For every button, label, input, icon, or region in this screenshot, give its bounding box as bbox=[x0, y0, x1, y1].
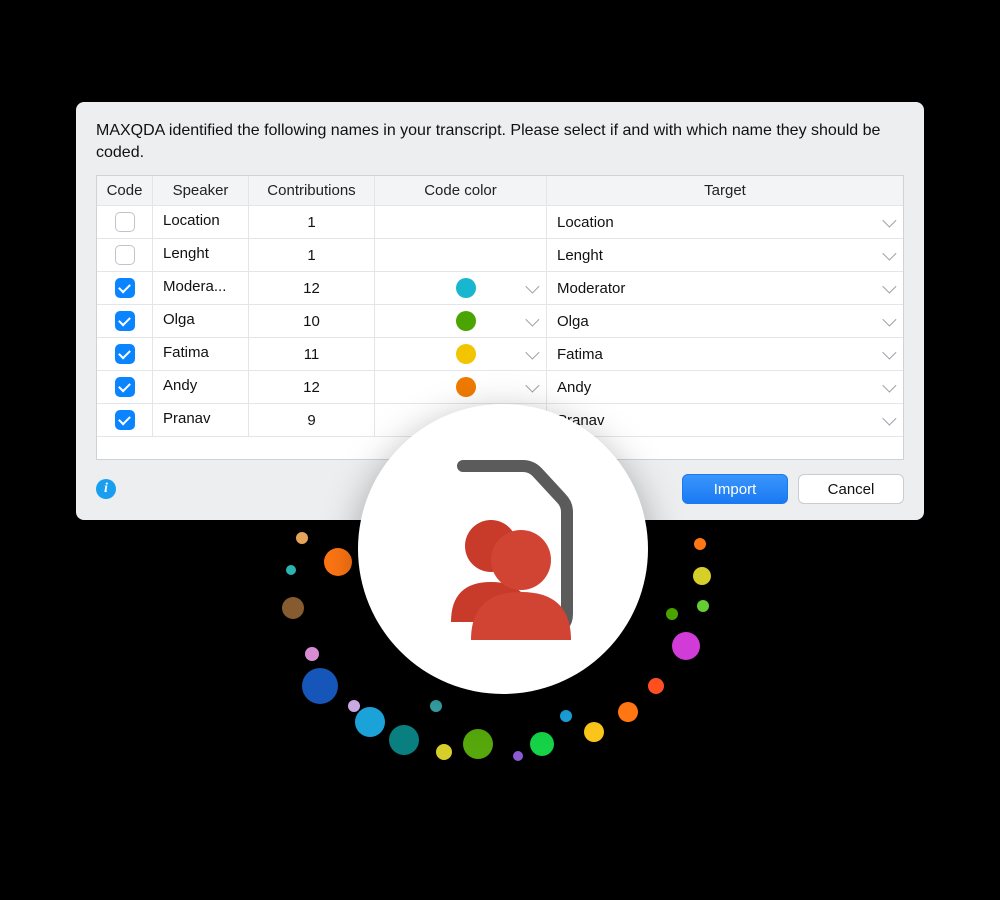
target-value: Fatima bbox=[557, 346, 603, 363]
contributions-cell: 9 bbox=[249, 404, 375, 437]
table-row: Fatima11Fatima bbox=[97, 338, 903, 371]
target-value: Olga bbox=[557, 313, 589, 330]
color-swatch bbox=[456, 311, 476, 331]
target-select[interactable]: Pranav bbox=[547, 404, 903, 437]
target-select[interactable]: Lenght bbox=[547, 239, 903, 272]
decorative-dot bbox=[560, 710, 572, 722]
chevron-down-icon bbox=[882, 346, 896, 360]
code-color-picker bbox=[375, 206, 547, 239]
decorative-dot bbox=[648, 678, 664, 694]
focus-group-illustration bbox=[358, 404, 648, 694]
decorative-dot bbox=[463, 729, 493, 759]
code-color-picker[interactable] bbox=[375, 305, 547, 338]
contributions-cell: 10 bbox=[249, 305, 375, 338]
speaker-cell: Modera... bbox=[153, 272, 249, 305]
chevron-down-icon bbox=[525, 346, 539, 360]
decorative-dot bbox=[286, 565, 296, 575]
code-color-picker bbox=[375, 239, 547, 272]
color-swatch bbox=[456, 377, 476, 397]
chevron-down-icon bbox=[882, 214, 896, 228]
chevron-down-icon bbox=[882, 313, 896, 327]
table-body: Location1LocationLenght1LenghtModera...1… bbox=[97, 206, 903, 437]
speaker-cell: Olga bbox=[153, 305, 249, 338]
info-icon[interactable]: i bbox=[96, 479, 116, 499]
import-button[interactable]: Import bbox=[682, 474, 788, 504]
col-code: Code bbox=[97, 176, 153, 206]
contributions-cell: 1 bbox=[249, 239, 375, 272]
decorative-dot bbox=[530, 732, 554, 756]
col-code-color: Code color bbox=[375, 176, 547, 206]
col-target: Target bbox=[547, 176, 903, 206]
decorative-dot bbox=[296, 532, 308, 544]
contributions-cell: 11 bbox=[249, 338, 375, 371]
table-header: Code Speaker Contributions Code color Ta… bbox=[97, 176, 903, 206]
col-contributions: Contributions bbox=[249, 176, 375, 206]
code-checkbox[interactable] bbox=[115, 245, 135, 265]
chevron-down-icon bbox=[882, 379, 896, 393]
table-row: Lenght1Lenght bbox=[97, 239, 903, 272]
target-value: Lenght bbox=[557, 247, 603, 264]
code-checkbox[interactable] bbox=[115, 278, 135, 298]
speaker-cell: Andy bbox=[153, 371, 249, 404]
decorative-dot bbox=[672, 632, 700, 660]
decorative-dot bbox=[355, 707, 385, 737]
decorative-dot bbox=[693, 567, 711, 585]
decorative-dot bbox=[430, 700, 442, 712]
color-swatch bbox=[456, 344, 476, 364]
table-row: Modera...12 Moderator bbox=[97, 272, 903, 305]
target-value: Andy bbox=[557, 379, 591, 396]
decorative-dot bbox=[436, 744, 452, 760]
decorative-dot bbox=[697, 600, 709, 612]
target-select[interactable]: Location bbox=[547, 206, 903, 239]
speaker-cell: Location bbox=[153, 206, 249, 239]
speaker-cell: Lenght bbox=[153, 239, 249, 272]
code-checkbox[interactable] bbox=[115, 311, 135, 331]
table-row: Olga10Olga bbox=[97, 305, 903, 338]
decorative-dot bbox=[666, 608, 678, 620]
document-people-icon bbox=[413, 454, 593, 644]
button-bar: Import Cancel bbox=[682, 474, 904, 504]
target-select[interactable]: Fatima bbox=[547, 338, 903, 371]
contributions-cell: 12 bbox=[249, 371, 375, 404]
chevron-down-icon bbox=[882, 280, 896, 294]
contributions-cell: 12 bbox=[249, 272, 375, 305]
decorative-dot bbox=[305, 647, 319, 661]
instruction-text: MAXQDA identified the following names in… bbox=[96, 120, 904, 163]
code-checkbox[interactable] bbox=[115, 212, 135, 232]
decorative-dot bbox=[694, 538, 706, 550]
code-checkbox[interactable] bbox=[115, 377, 135, 397]
decorative-dot bbox=[618, 702, 638, 722]
code-color-picker[interactable] bbox=[375, 371, 547, 404]
target-select[interactable]: Olga bbox=[547, 305, 903, 338]
col-speaker: Speaker bbox=[153, 176, 249, 206]
target-select[interactable]: Moderator bbox=[547, 272, 903, 305]
decorative-dot bbox=[584, 722, 604, 742]
chevron-down-icon bbox=[525, 379, 539, 393]
code-checkbox[interactable] bbox=[115, 410, 135, 430]
decorative-dot bbox=[302, 668, 338, 704]
decorative-dot bbox=[513, 751, 523, 761]
chevron-down-icon bbox=[525, 313, 539, 327]
target-select[interactable]: Andy bbox=[547, 371, 903, 404]
code-checkbox[interactable] bbox=[115, 344, 135, 364]
decorative-dot bbox=[348, 700, 360, 712]
code-color-picker[interactable] bbox=[375, 338, 547, 371]
target-value: Moderator bbox=[557, 280, 625, 297]
decorative-dot bbox=[282, 597, 304, 619]
cancel-button[interactable]: Cancel bbox=[798, 474, 904, 504]
table-row: Andy12Andy bbox=[97, 371, 903, 404]
code-color-picker[interactable] bbox=[375, 272, 547, 305]
decorative-dot bbox=[324, 548, 352, 576]
chevron-down-icon bbox=[882, 412, 896, 426]
chevron-down-icon bbox=[525, 280, 539, 294]
chevron-down-icon bbox=[882, 247, 896, 261]
decorative-dot bbox=[389, 725, 419, 755]
contributions-cell: 1 bbox=[249, 206, 375, 239]
color-swatch bbox=[456, 278, 476, 298]
speaker-cell: Pranav bbox=[153, 404, 249, 437]
table-row: Location1Location bbox=[97, 206, 903, 239]
speaker-cell: Fatima bbox=[153, 338, 249, 371]
target-value: Location bbox=[557, 214, 614, 231]
